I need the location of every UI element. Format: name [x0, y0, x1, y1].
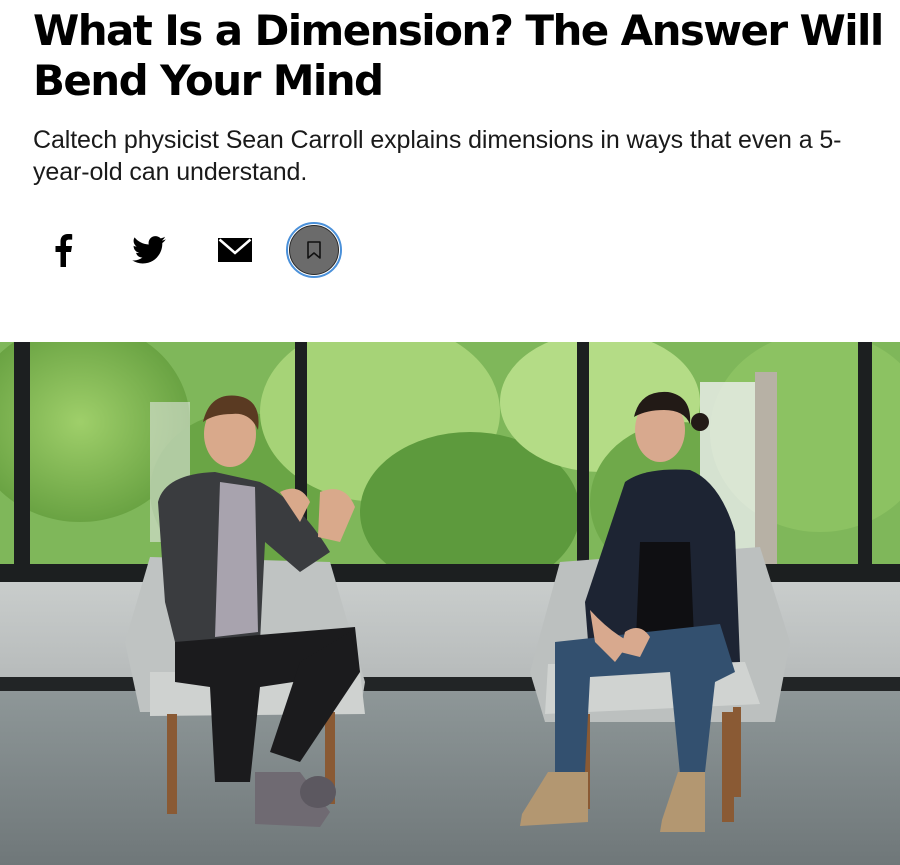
facebook-share-button[interactable]	[31, 218, 95, 282]
email-share-button[interactable]	[203, 218, 267, 282]
twitter-share-button[interactable]	[117, 218, 181, 282]
bookmark-circle	[289, 225, 339, 275]
hero-video-still[interactable]	[0, 342, 900, 865]
article-title: What Is a Dimension? The Answer Will Ben…	[33, 6, 884, 105]
bookmark-ring	[286, 222, 342, 278]
bookmark-icon	[307, 241, 321, 259]
hero-image	[0, 342, 900, 865]
share-bar	[0, 218, 400, 282]
article-dek: Caltech physicist Sean Carroll explains …	[33, 126, 842, 186]
twitter-icon	[132, 236, 166, 264]
email-icon	[218, 238, 252, 262]
bookmark-button[interactable]	[284, 220, 344, 280]
facebook-icon	[55, 234, 73, 267]
